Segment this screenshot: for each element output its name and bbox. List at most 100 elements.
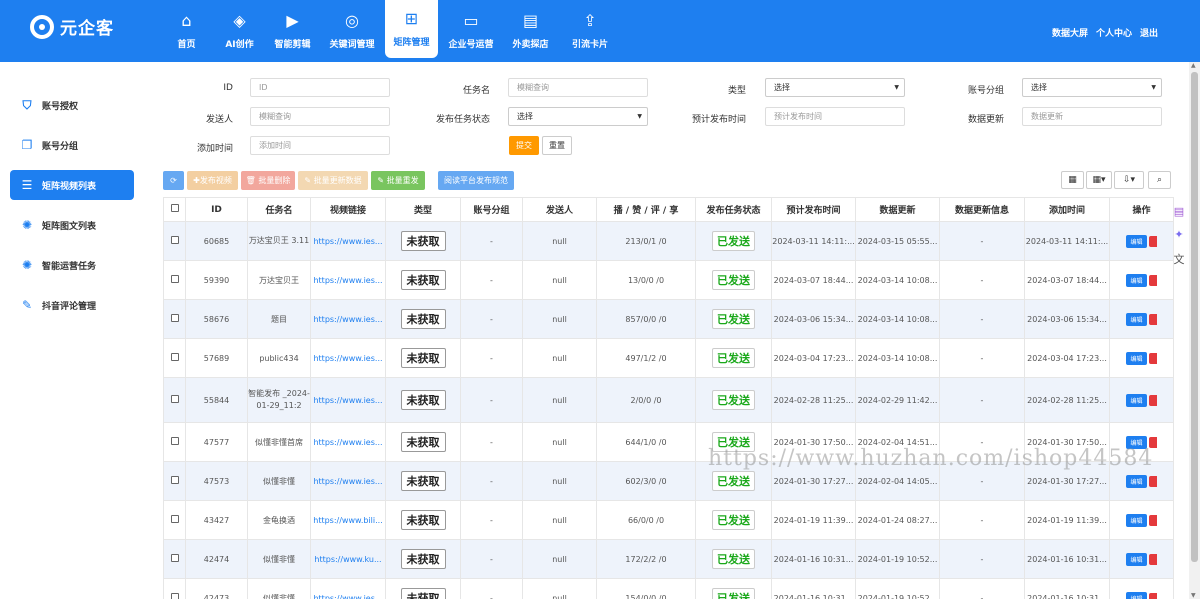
video-link[interactable]: https://www.ku... <box>314 555 381 564</box>
scrollbar[interactable]: ▲ ▼ <box>1189 62 1200 599</box>
row-checkbox[interactable] <box>170 395 179 403</box>
delete-button[interactable] <box>1148 514 1157 526</box>
sidebar-item-comments[interactable]: ✎ 抖音评论管理 <box>10 290 134 320</box>
video-link[interactable]: https://www.bili... <box>313 516 383 525</box>
status-select[interactable]: 选择 <box>508 107 648 126</box>
scroll-thumb[interactable] <box>1191 72 1198 562</box>
sidebar-item-image-list[interactable]: ✺ 矩阵图文列表 <box>10 210 134 240</box>
nav-keywords[interactable]: ◎ 关键词管理 <box>319 0 385 62</box>
table-row[interactable]: 47577 似懂非懂首席 https://www.ies... 未获取 - null 644… <box>163 422 1174 462</box>
row-select-cell[interactable] <box>163 539 186 579</box>
nav-smart-edit[interactable]: ▶ 智能剪辑 <box>266 0 319 62</box>
data-update-input[interactable]: 数据更新 <box>1022 107 1162 126</box>
sender-input[interactable]: 模糊查询 <box>250 107 390 126</box>
read-rules-button[interactable]: 阅读平台发布规范 <box>438 171 514 190</box>
edit-button[interactable]: 编辑 <box>1126 591 1147 599</box>
col-status[interactable]: 发布任务状态 <box>695 197 772 222</box>
nav-matrix[interactable]: ⊞ 矩阵管理 <box>385 0 438 58</box>
row-checkbox[interactable] <box>170 314 179 322</box>
table-row[interactable]: 47573 似懂非懂 https://www.ies... 未获取 - null 602/3… <box>163 461 1174 501</box>
col-task-name[interactable]: 任务名 <box>247 197 311 222</box>
batch-resend-button[interactable]: ✎ 批量重发 <box>371 171 425 190</box>
delete-button[interactable] <box>1148 592 1157 599</box>
row-checkbox[interactable] <box>170 437 179 445</box>
search-icon[interactable]: ⌕ <box>1148 171 1171 189</box>
sidebar-item-account-auth[interactable]: ⛉ 账号授权 <box>10 90 134 120</box>
row-select-cell[interactable] <box>163 578 186 599</box>
batch-delete-button[interactable]: 🗑 批量删除 <box>241 171 295 190</box>
edit-button[interactable]: 编辑 <box>1126 234 1147 248</box>
delete-button[interactable] <box>1148 553 1157 565</box>
edit-button[interactable]: 编辑 <box>1126 513 1147 527</box>
table-view-icon[interactable]: ▦ <box>1061 171 1084 189</box>
row-select-cell[interactable] <box>163 338 186 378</box>
table-row[interactable]: 42473 似懂非懂 https://www.ies... 未获取 - null 154/0… <box>163 578 1174 599</box>
col-video-link[interactable]: 视频链接 <box>310 197 386 222</box>
col-id[interactable]: ID <box>185 197 248 222</box>
row-checkbox[interactable] <box>170 554 179 562</box>
video-link[interactable]: https://www.ies... <box>313 438 382 447</box>
delete-button[interactable] <box>1148 313 1157 325</box>
delete-button[interactable] <box>1148 235 1157 247</box>
scroll-down-icon[interactable]: ▼ <box>1191 592 1196 599</box>
row-checkbox[interactable] <box>170 593 179 599</box>
sidebar-item-smart-ops[interactable]: ✺ 智能运营任务 <box>10 250 134 280</box>
nav-ai-create[interactable]: ◈ AI创作 <box>213 0 266 62</box>
video-link[interactable]: https://www.ies... <box>313 354 382 363</box>
col-add-time[interactable]: 添加时间 <box>1024 197 1110 222</box>
delete-button[interactable] <box>1148 436 1157 448</box>
delete-button[interactable] <box>1148 475 1157 487</box>
id-input[interactable]: ID <box>250 78 390 97</box>
edit-button[interactable]: 编辑 <box>1126 312 1147 326</box>
plan-time-input[interactable]: 预计发布时间 <box>765 107 905 126</box>
edit-button[interactable]: 编辑 <box>1126 393 1147 407</box>
video-link[interactable]: https://www.ies... <box>313 315 382 324</box>
document-icon[interactable]: ▤ <box>1174 205 1184 218</box>
video-link[interactable]: https://www.ies... <box>313 594 382 599</box>
batch-update-button[interactable]: ✎ 批量更新数据 <box>298 171 368 190</box>
edit-button[interactable]: 编辑 <box>1126 474 1147 488</box>
scroll-up-icon[interactable]: ▲ <box>1191 62 1196 69</box>
nav-enterprise[interactable]: ▭ 企业号运营 <box>438 0 504 62</box>
row-select-cell[interactable] <box>163 260 186 300</box>
columns-icon[interactable]: ▦▾ <box>1086 171 1112 189</box>
type-select[interactable]: 选择 <box>765 78 905 97</box>
select-all-cell[interactable] <box>163 197 186 222</box>
row-checkbox[interactable] <box>170 236 179 244</box>
nav-cards[interactable]: ⇪ 引流卡片 <box>557 0 623 62</box>
logout-link[interactable]: 退出 <box>1140 26 1158 39</box>
nav-home[interactable]: ⌂ 首页 <box>160 0 213 62</box>
reset-button[interactable]: 重置 <box>542 136 572 155</box>
nav-takeout[interactable]: ▤ 外卖探店 <box>504 0 557 62</box>
dashboard-link[interactable]: 数据大屏 <box>1052 26 1088 39</box>
row-select-cell[interactable] <box>163 500 186 540</box>
col-stats[interactable]: 播 / 赞 / 评 / 享 <box>596 197 696 222</box>
row-checkbox[interactable] <box>170 476 179 484</box>
col-type[interactable]: 类型 <box>385 197 461 222</box>
row-select-cell[interactable] <box>163 377 186 423</box>
group-select[interactable]: 选择 <box>1022 78 1162 97</box>
row-select-cell[interactable] <box>163 422 186 462</box>
edit-button[interactable]: 编辑 <box>1126 351 1147 365</box>
submit-button[interactable]: 提交 <box>509 136 539 155</box>
profile-link[interactable]: 个人中心 <box>1096 26 1132 39</box>
edit-button[interactable]: 编辑 <box>1126 273 1147 287</box>
table-row[interactable]: 58676 题目 https://www.ies... 未获取 - null 857/0/0… <box>163 299 1174 339</box>
row-select-cell[interactable] <box>163 299 186 339</box>
refresh-button[interactable]: ⟳ <box>163 171 184 190</box>
row-select-cell[interactable] <box>163 221 186 261</box>
video-link[interactable]: https://www.ies... <box>313 477 382 486</box>
sidebar-item-account-group[interactable]: ❐ 账号分组 <box>10 130 134 160</box>
row-checkbox[interactable] <box>170 353 179 361</box>
logo[interactable]: 元企客 <box>30 14 114 39</box>
video-link[interactable]: https://www.ies... <box>313 396 382 405</box>
video-link[interactable]: https://www.ies... <box>313 276 382 285</box>
publish-video-button[interactable]: ✚发布视频 <box>187 171 238 190</box>
row-checkbox[interactable] <box>170 515 179 523</box>
col-plan-time[interactable]: 预计发布时间 <box>771 197 856 222</box>
col-group[interactable]: 账号分组 <box>460 197 523 222</box>
table-row[interactable]: 57689 public434 https://www.ies... 未获取 - null… <box>163 338 1174 378</box>
table-row[interactable]: 59390 万达宝贝王 https://www.ies... 未获取 - null 13/0… <box>163 260 1174 300</box>
sidebar-item-video-list[interactable]: ☰ 矩阵视频列表 <box>10 170 134 200</box>
row-select-cell[interactable] <box>163 461 186 501</box>
